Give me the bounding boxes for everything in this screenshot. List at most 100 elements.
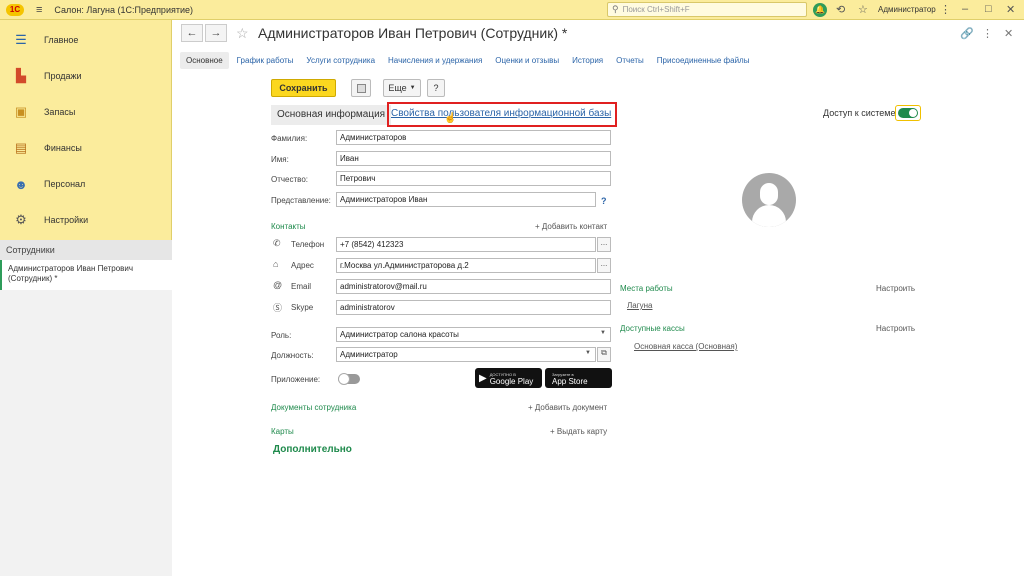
sidebar-item-sales[interactable]: ▙ Продажи [0,58,171,94]
role-label: Роль: [271,331,292,340]
access-label: Доступ к системе: [823,108,898,118]
save-button[interactable]: Сохранить [271,79,336,97]
more-label: Еще [388,83,407,93]
back-button[interactable]: ← [181,24,203,42]
system-access-toggle[interactable] [895,105,921,121]
menu-list-icon: ☰ [15,32,27,47]
address-select-button[interactable]: ... [597,258,611,273]
hamburger-menu-icon[interactable]: ≡ [36,4,42,16]
tab-services[interactable]: Услуги сотрудника [306,56,375,65]
section-main-info[interactable]: Основная информация [271,105,392,125]
workplaces-configure-link[interactable]: Настроить [876,284,915,293]
history-icon[interactable]: ⟲ [836,3,845,16]
app-store-badge[interactable]: Загрузите в App Store [545,368,612,388]
more-menu-icon[interactable]: ⋮ [940,3,951,16]
surname-field[interactable]: Администраторов [336,130,611,145]
mobile-app-toggle[interactable] [338,373,360,385]
patronymic-label: Отчество: [271,175,308,184]
app-store-label: App Store [552,377,588,386]
favorite-star-icon[interactable]: ☆ [236,25,249,42]
tab-reports[interactable]: Отчеты [616,56,644,65]
sidebar-item-stock[interactable]: ▣ Запасы [0,94,171,130]
help-hint-icon[interactable]: ? [601,196,607,206]
sidebar-item-personnel[interactable]: ☻ Персонал [0,166,171,202]
forward-button[interactable]: → [205,24,227,42]
at-icon: @ [273,280,283,290]
sidebar: ☰ Главное ▙ Продажи ▣ Запасы ▤ Финансы ☻… [0,20,172,576]
cashboxes-title[interactable]: Доступные кассы [620,324,685,333]
address-field[interactable]: г.Москва ул.Администраторова д.2 [336,258,596,273]
phone-icon: ✆ [273,238,281,248]
app-label: Приложение: [271,375,321,384]
form-tabs: Основное График работы Услуги сотрудника… [180,50,762,70]
more-button[interactable]: Еще ▼ [383,79,421,97]
sidebar-item-settings[interactable]: ⚙ Настройки [0,202,171,238]
global-search-input[interactable]: ⚲ Поиск Ctrl+Shift+F [607,2,807,17]
email-label: Email [291,282,312,291]
position-select[interactable]: Администратор [336,347,596,362]
page-title: Администраторов Иван Петрович (Сотрудник… [258,25,568,41]
open-position-icon[interactable]: ⧉ [597,347,611,362]
name-field[interactable]: Иван [336,151,611,166]
issue-card-button[interactable]: + Выдать карту [550,427,607,436]
save-close-button[interactable] [351,79,371,97]
open-windows-header: Сотрудники [0,240,172,260]
tab-main[interactable]: Основное [180,51,229,69]
sidebar-item-label: Персонал [44,179,86,189]
phone-field[interactable]: +7 (8542) 412323 [336,237,596,252]
maximize-icon[interactable]: □ [985,3,992,15]
patronymic-field[interactable]: Петрович [336,171,611,186]
chevron-down-icon[interactable]: ▼ [585,350,591,356]
notifications-icon[interactable]: 🔔 [813,3,827,17]
cashbox-item[interactable]: Основная касса (Основная) [634,342,737,351]
skype-label: Skype [291,303,314,312]
chevron-down-icon: ▼ [409,85,416,91]
tab-attached-files[interactable]: Присоединенные файлы [657,56,750,65]
cards-group-title[interactable]: Карты [271,427,294,436]
role-select[interactable]: Администратор салона красоты [336,327,611,342]
phone-select-button[interactable]: ... [597,237,611,252]
google-play-badge[interactable]: ▶ ДОСТУПНО В Google Play [475,368,542,388]
sidebar-item-label: Главное [44,35,79,45]
wallet-icon: ▤ [14,140,28,155]
contacts-group-title[interactable]: Контакты [271,222,306,231]
more-menu-icon[interactable]: ⋮ [982,27,993,40]
close-form-icon[interactable]: ✕ [1004,27,1013,40]
display-field[interactable]: Администраторов Иван [336,192,596,207]
name-label: Имя: [271,155,289,164]
add-contact-button[interactable]: + Добавить контакт [535,222,607,231]
avatar[interactable] [742,173,796,227]
tab-schedule[interactable]: График работы [237,56,294,65]
help-button[interactable]: ? [427,79,445,97]
minimize-icon[interactable]: – [962,3,968,15]
additional-group-title[interactable]: Дополнительно [273,444,352,455]
sidebar-item-label: Настройки [44,215,89,225]
favorites-star-icon[interactable]: ☆ [858,3,868,16]
cashboxes-configure-link[interactable]: Настроить [876,324,915,333]
documents-group-title[interactable]: Документы сотрудника [271,403,356,412]
sidebar-item-main[interactable]: ☰ Главное [0,22,171,58]
search-placeholder: Поиск Ctrl+Shift+F [622,5,690,14]
top-bar: 1С ≡ Салон: Лагуна (1С:Предприятие) ⚲ По… [0,0,1024,20]
app-logo: 1С [6,3,24,16]
current-user[interactable]: Администратор [878,5,936,14]
workplace-item[interactable]: Лагуна [627,301,652,310]
chevron-down-icon[interactable]: ▼ [600,330,606,336]
skype-field[interactable]: administratorov [336,300,611,315]
tab-history[interactable]: История [572,56,603,65]
link-icon[interactable]: 🔗 [960,27,974,40]
workplaces-title[interactable]: Места работы [620,284,673,293]
position-label: Должность: [271,351,314,360]
sidebar-item-finance[interactable]: ▤ Финансы [0,130,171,166]
sidebar-item-label: Финансы [44,143,82,153]
skype-icon: Ⓢ [273,303,283,313]
open-window-item[interactable]: Администраторов Иван Петрович (Сотрудник… [0,260,172,290]
google-play-label: Google Play [489,377,534,386]
add-document-button[interactable]: + Добавить документ [528,403,607,412]
tab-reviews[interactable]: Оценки и отзывы [495,56,559,65]
open-windows-panel: Сотрудники Администраторов Иван Петрович… [0,240,172,576]
tab-accruals[interactable]: Начисления и удержания [388,56,482,65]
close-window-icon[interactable]: ✕ [1006,3,1015,16]
email-field[interactable]: administratorov@mail.ru [336,279,611,294]
phone-label: Телефон [291,240,325,249]
